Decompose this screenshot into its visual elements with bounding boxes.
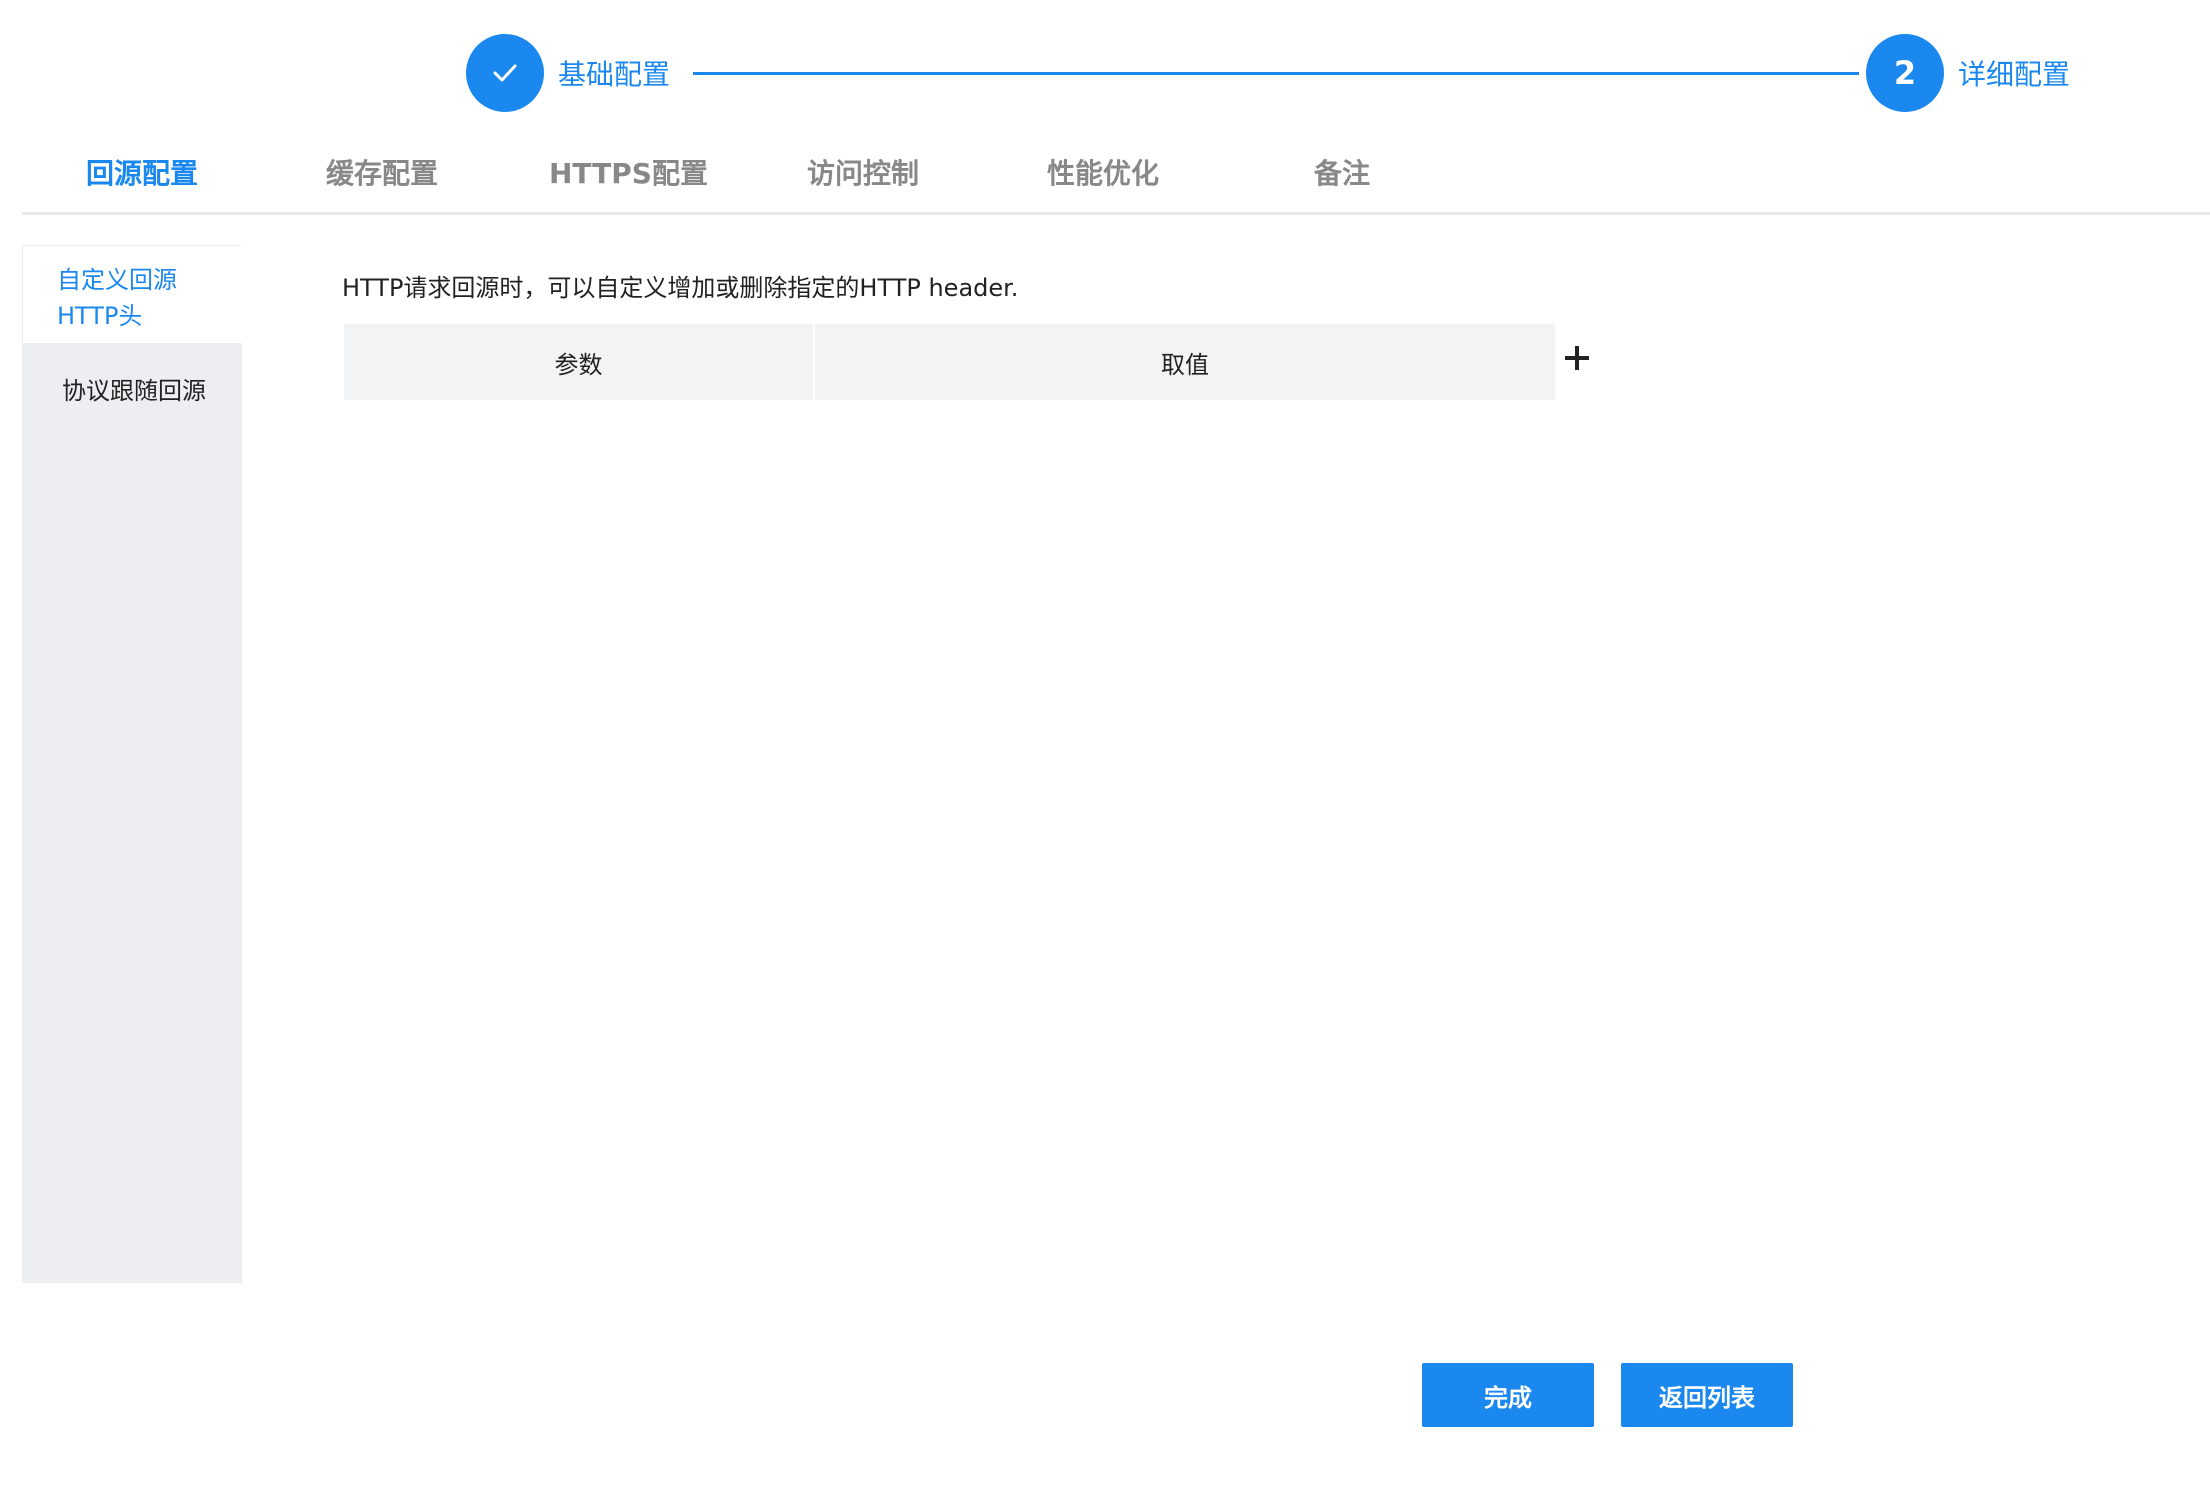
tab-origin-config[interactable]: 回源配置	[86, 150, 198, 198]
section-description: HTTP请求回源时，可以自定义增加或删除指定的HTTP header.	[342, 274, 1019, 302]
tab-access-control[interactable]: 访问控制	[807, 150, 919, 198]
side-menu-item-custom-http-header[interactable]: 自定义回源 HTTP头	[22, 245, 242, 343]
table-header-value: 取值	[815, 324, 1555, 400]
step-1-completed-indicator	[466, 34, 544, 112]
back-to-list-button[interactable]: 返回列表	[1621, 1363, 1793, 1427]
check-icon	[493, 64, 517, 82]
side-menu-item-label-line1: 自定义回源	[57, 266, 177, 294]
tab-performance[interactable]: 性能优化	[1047, 150, 1159, 198]
plus-icon[interactable]	[1562, 343, 1592, 373]
side-menu-item-protocol-follow[interactable]: 协议跟随回源	[22, 373, 242, 421]
tab-https-config[interactable]: HTTPS配置	[549, 150, 708, 198]
step-2-indicator: 2	[1866, 34, 1944, 112]
tab-cache-config[interactable]: 缓存配置	[326, 150, 438, 198]
step-1-label: 基础配置	[558, 58, 671, 91]
side-menu: 自定义回源 HTTP头 协议跟随回源	[22, 245, 242, 1283]
finish-button[interactable]: 完成	[1422, 1363, 1594, 1427]
http-header-table: 参数 取值	[344, 324, 1555, 400]
tabs-divider	[22, 212, 2210, 215]
config-tabs: 回源配置 缓存配置 HTTPS配置 访问控制 性能优化 备注	[22, 150, 2210, 214]
tab-remarks[interactable]: 备注	[1314, 150, 1370, 198]
page: 基础配置 2 详细配置 回源配置 缓存配置 HTTPS配置 访问控制 性能优化 …	[0, 0, 2210, 1510]
side-menu-item-label-line2: HTTP头	[57, 302, 143, 330]
table-header-param: 参数	[344, 324, 813, 400]
stepper-connector	[693, 72, 1859, 75]
side-menu-item-label: 协议跟随回源	[62, 377, 206, 405]
step-2-label: 详细配置	[1958, 58, 2071, 91]
